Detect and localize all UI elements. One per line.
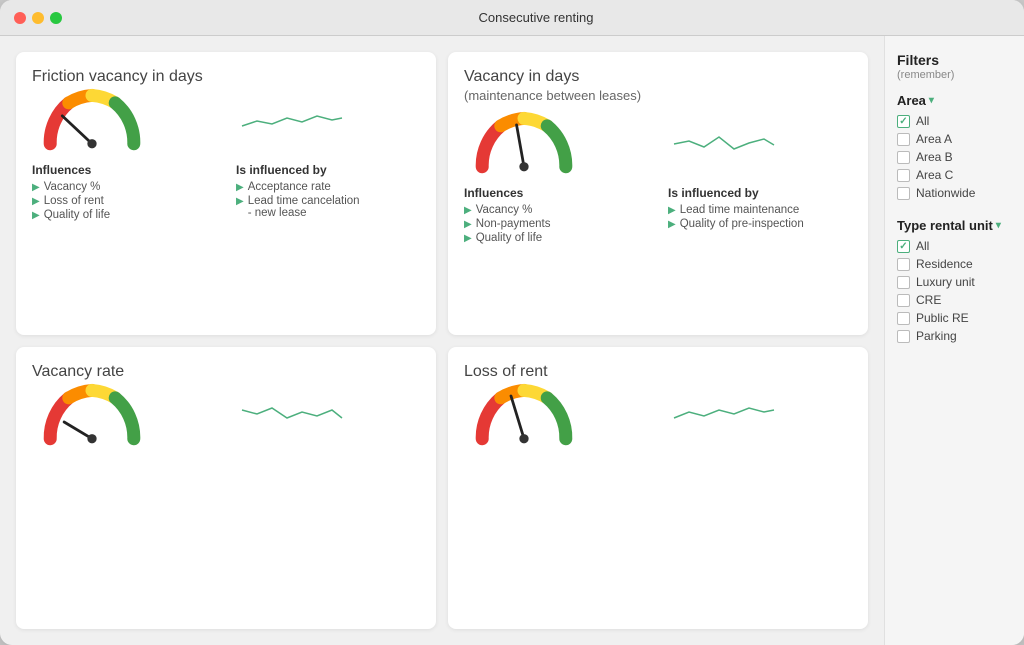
influence-item: ▶ Quality of life bbox=[32, 209, 216, 221]
influences-left-title: Influences bbox=[32, 163, 216, 177]
area-option-all[interactable]: ✓ All bbox=[897, 114, 1012, 128]
checkbox-type-parking[interactable] bbox=[897, 330, 910, 343]
influence-item: ▶ Quality of pre-inspection bbox=[668, 218, 852, 230]
app-window: Consecutive renting Friction vacancy in … bbox=[0, 0, 1024, 645]
card-title: Loss of rent bbox=[464, 363, 852, 381]
checkbox-type-all[interactable]: ✓ bbox=[897, 240, 910, 253]
area-option-nationwide[interactable]: Nationwide bbox=[897, 186, 1012, 200]
checkbox-type-cre[interactable] bbox=[897, 294, 910, 307]
gauge-loss-of-rent bbox=[464, 383, 584, 448]
area-filter-title[interactable]: Area ▾ bbox=[897, 93, 1012, 108]
influences-section: Influences ▶ Vacancy % ▶ Non-payments ▶ … bbox=[464, 186, 852, 246]
sparkline-svg bbox=[164, 390, 420, 440]
influences-left: Influences ▶ Vacancy % ▶ Loss of rent ▶ … bbox=[32, 163, 216, 223]
minimize-button[interactable] bbox=[32, 12, 44, 24]
gauge-vacancy-rate bbox=[32, 383, 152, 448]
area-option-b[interactable]: Area B bbox=[897, 150, 1012, 164]
card-subtitle: (maintenance between leases) bbox=[464, 88, 852, 103]
influences-left: Influences ▶ Vacancy % ▶ Non-payments ▶ … bbox=[464, 186, 648, 246]
gauge-svg bbox=[32, 88, 152, 153]
type-filter-title[interactable]: Type rental unit ▾ bbox=[897, 218, 1012, 233]
arrow-icon: ▶ bbox=[464, 205, 472, 216]
checkbox-area-c[interactable] bbox=[897, 169, 910, 182]
titlebar: Consecutive renting bbox=[0, 0, 1024, 36]
influence-item: ▶ Lead time maintenance bbox=[668, 204, 852, 216]
sparkline-svg bbox=[596, 390, 852, 440]
checkbox-type-luxury[interactable] bbox=[897, 276, 910, 289]
sidebar: Filters (remember) Area ▾ ✓ All Area A A… bbox=[884, 36, 1024, 645]
card-vacancy-rate: Vacancy rate bbox=[16, 347, 436, 630]
checkbox-area-a[interactable] bbox=[897, 133, 910, 146]
influence-item: ▶ Lead time cancelation- new lease bbox=[236, 195, 420, 219]
influence-item: ▶ Quality of life bbox=[464, 232, 648, 244]
chevron-down-icon: ▾ bbox=[996, 220, 1001, 231]
card-loss-of-rent: Loss of rent bbox=[448, 347, 868, 630]
card-vacancy-days: Vacancy in days (maintenance between lea… bbox=[448, 52, 868, 335]
influence-item: ▶ Vacancy % bbox=[464, 204, 648, 216]
type-option-all[interactable]: ✓ All bbox=[897, 239, 1012, 253]
arrow-icon: ▶ bbox=[32, 210, 40, 221]
influences-right: Is influenced by ▶ Lead time maintenance… bbox=[668, 186, 852, 246]
checkbox-area-all[interactable]: ✓ bbox=[897, 115, 910, 128]
traffic-lights bbox=[14, 12, 62, 24]
sparkline-svg bbox=[596, 119, 852, 169]
window-title: Consecutive renting bbox=[62, 10, 1010, 25]
area-option-c[interactable]: Area C bbox=[897, 168, 1012, 182]
dashboard: Friction vacancy in days bbox=[0, 36, 884, 645]
card-title: Vacancy in days bbox=[464, 68, 852, 86]
arrow-icon: ▶ bbox=[668, 205, 676, 216]
checkbox-area-nationwide[interactable] bbox=[897, 187, 910, 200]
type-option-luxury[interactable]: Luxury unit bbox=[897, 275, 1012, 289]
sparkline-vacancy bbox=[596, 119, 852, 169]
influence-item: ▶ Loss of rent bbox=[32, 195, 216, 207]
gauge-vacancy-days bbox=[464, 111, 584, 176]
maximize-button[interactable] bbox=[50, 12, 62, 24]
card-title: Friction vacancy in days bbox=[32, 68, 420, 86]
type-option-public-re[interactable]: Public RE bbox=[897, 311, 1012, 325]
checkbox-area-b[interactable] bbox=[897, 151, 910, 164]
sidebar-subtitle: (remember) bbox=[897, 69, 1012, 81]
sparkline-loss-of-rent bbox=[596, 390, 852, 440]
checkmark-icon: ✓ bbox=[899, 241, 907, 252]
sparkline-svg bbox=[164, 96, 420, 146]
area-option-a[interactable]: Area A bbox=[897, 132, 1012, 146]
card-friction-vacancy: Friction vacancy in days bbox=[16, 52, 436, 335]
influences-right: Is influenced by ▶ Acceptance rate ▶ Lea… bbox=[236, 163, 420, 223]
card-visual bbox=[32, 88, 420, 153]
influences-right-title: Is influenced by bbox=[236, 163, 420, 177]
card-title: Vacancy rate bbox=[32, 363, 420, 381]
sidebar-title: Filters bbox=[897, 52, 1012, 68]
arrow-icon: ▶ bbox=[236, 196, 244, 207]
card-visual bbox=[32, 383, 420, 448]
influences-right-title: Is influenced by bbox=[668, 186, 852, 200]
chevron-down-icon: ▾ bbox=[929, 95, 934, 106]
arrow-icon: ▶ bbox=[668, 219, 676, 230]
checkmark-icon: ✓ bbox=[899, 116, 907, 127]
influences-left-title: Influences bbox=[464, 186, 648, 200]
arrow-icon: ▶ bbox=[236, 182, 244, 193]
influence-item: ▶ Acceptance rate bbox=[236, 181, 420, 193]
influence-item: ▶ Vacancy % bbox=[32, 181, 216, 193]
main-content: Friction vacancy in days bbox=[0, 36, 1024, 645]
arrow-icon: ▶ bbox=[32, 196, 40, 207]
checkbox-type-public-re[interactable] bbox=[897, 312, 910, 325]
gauge-svg bbox=[464, 111, 584, 176]
card-visual bbox=[464, 383, 852, 448]
arrow-icon: ▶ bbox=[464, 233, 472, 244]
type-option-residence[interactable]: Residence bbox=[897, 257, 1012, 271]
close-button[interactable] bbox=[14, 12, 26, 24]
arrow-icon: ▶ bbox=[464, 219, 472, 230]
type-option-cre[interactable]: CRE bbox=[897, 293, 1012, 307]
arrow-icon: ▶ bbox=[32, 182, 40, 193]
sparkline-vacancy-rate bbox=[164, 390, 420, 440]
gauge-svg bbox=[32, 383, 152, 448]
sparkline-friction bbox=[164, 96, 420, 146]
checkbox-type-residence[interactable] bbox=[897, 258, 910, 271]
influence-item: ▶ Non-payments bbox=[464, 218, 648, 230]
gauge-friction bbox=[32, 88, 152, 153]
gauge-svg bbox=[464, 383, 584, 448]
type-option-parking[interactable]: Parking bbox=[897, 329, 1012, 343]
influences-section: Influences ▶ Vacancy % ▶ Loss of rent ▶ … bbox=[32, 163, 420, 223]
card-visual bbox=[464, 111, 852, 176]
